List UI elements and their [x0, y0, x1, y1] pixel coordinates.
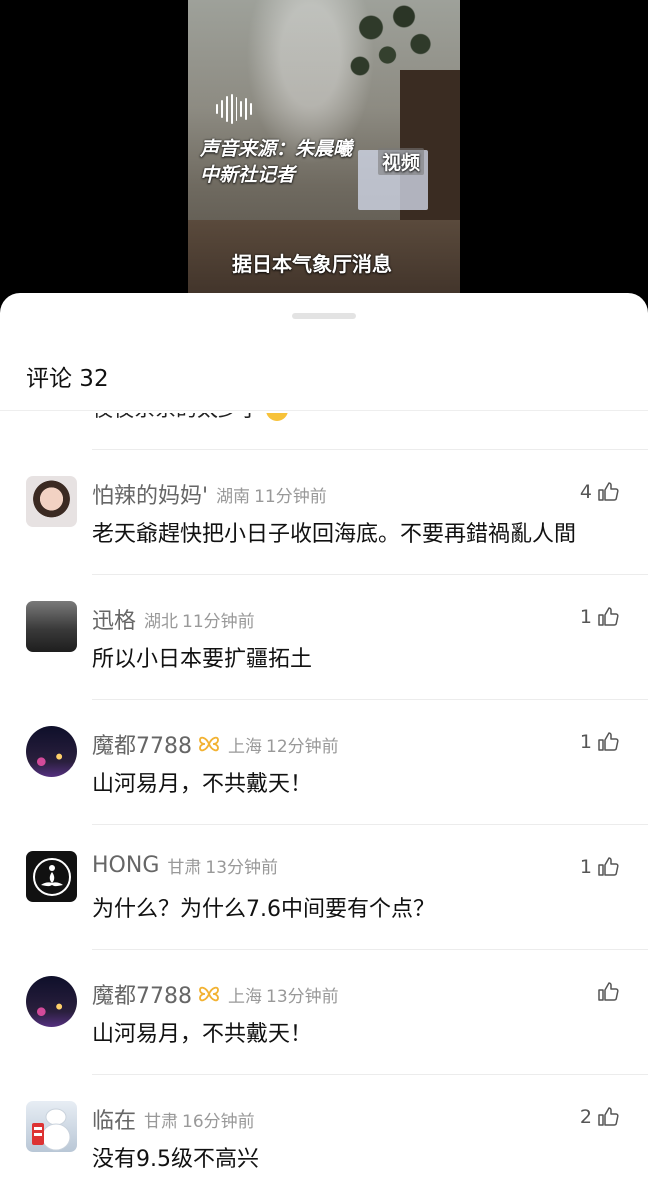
- comment-text: 山河易月，不共戴天！: [92, 772, 313, 797]
- comment-item[interactable]: 迅格 湖北 11分钟前 所以小日本要扩疆拓土 1: [0, 575, 648, 699]
- username[interactable]: HONG: [92, 853, 159, 878]
- drag-handle[interactable]: [292, 313, 356, 319]
- comment-text: 没有9.5级不高兴: [92, 1147, 259, 1172]
- butterfly-badge-icon: [199, 736, 219, 752]
- comment-meta: 魔都7788 上海 12分钟前: [92, 728, 339, 760]
- comment-meta: 迅格 湖北 11分钟前: [92, 603, 255, 635]
- location-label: 湖南: [216, 486, 251, 507]
- avatar[interactable]: [26, 851, 77, 902]
- like-button[interactable]: 1: [580, 730, 620, 754]
- like-button[interactable]: [592, 980, 620, 1004]
- thumbs-up-icon: [598, 857, 619, 876]
- comment-meta: 临在 甘肃 16分钟前: [92, 1103, 255, 1135]
- video-watermark: 视频: [378, 148, 425, 175]
- location-label: 甘肃: [144, 1111, 179, 1132]
- video-player[interactable]: 声音来源：朱晨曦 中新社记者 视频 据日本气象厅消息: [188, 0, 460, 310]
- divider: [0, 410, 648, 411]
- like-count: 1: [579, 731, 592, 753]
- thumbs-up-icon: [598, 607, 619, 626]
- timestamp: 13分钟前: [205, 858, 279, 878]
- like-button[interactable]: 4: [580, 480, 620, 504]
- butterfly-badge-icon: [199, 986, 219, 1002]
- like-button[interactable]: 1: [580, 605, 620, 629]
- audio-source-caption: 声音来源：朱晨曦: [200, 138, 353, 160]
- timestamp: 16分钟前: [182, 1111, 255, 1132]
- meditation-icon: [32, 857, 71, 896]
- avatar[interactable]: [26, 726, 77, 777]
- like-button[interactable]: 2: [580, 1105, 620, 1129]
- username[interactable]: 临在: [92, 1109, 136, 1134]
- comment-meta: HONG 甘肃 13分钟前: [92, 853, 278, 878]
- avatar[interactable]: [26, 976, 77, 1027]
- comment-meta: 怕辣的妈妈' 湖南 11分钟前: [92, 478, 327, 510]
- avatar[interactable]: [26, 1101, 77, 1152]
- username[interactable]: 魔都7788: [92, 984, 192, 1009]
- like-button[interactable]: 1: [580, 855, 620, 879]
- like-count: 2: [579, 1106, 592, 1128]
- like-count: 4: [579, 481, 592, 503]
- timestamp: 11分钟前: [254, 486, 327, 507]
- thumbs-up-icon: [598, 482, 619, 501]
- like-count: 1: [579, 856, 592, 878]
- audio-wave-icon: [216, 94, 252, 124]
- timestamp: 11分钟前: [182, 611, 255, 632]
- username[interactable]: 怕辣的妈妈': [92, 484, 208, 509]
- location-label: 甘肃: [167, 858, 202, 878]
- thumbs-up-icon: [598, 982, 619, 1001]
- comment-meta: 魔都7788 上海 13分钟前: [92, 978, 339, 1010]
- avatar[interactable]: [26, 476, 77, 527]
- comment-text: 为什么？为什么7.6中间要有个点？: [92, 897, 435, 922]
- comment-item[interactable]: 魔都7788 上海 13分钟前 山河易月，不共戴天！: [0, 950, 648, 1074]
- comment-item[interactable]: HONG 甘肃 13分钟前 为什么？为什么7.6中间要有个点？ 1: [0, 825, 648, 949]
- avatar[interactable]: [26, 601, 77, 652]
- comment-text: 所以小日本要扩疆拓土: [92, 647, 313, 672]
- comment-item[interactable]: 怕辣的妈妈' 湖南 11分钟前 老天爺趕快把小日子收回海底。不要再錯禍亂人間 4: [0, 450, 648, 574]
- thumbs-up-icon: [598, 1107, 619, 1126]
- username[interactable]: 迅格: [92, 609, 136, 634]
- comment-text: 老天爺趕快把小日子收回海底。不要再錯禍亂人間: [92, 522, 577, 547]
- timestamp: 12分钟前: [266, 736, 339, 757]
- reporter-caption: 中新社记者: [200, 164, 296, 186]
- location-label: 上海: [228, 736, 262, 757]
- comment-item[interactable]: 临在 甘肃 16分钟前 没有9.5级不高兴 2: [0, 1075, 648, 1199]
- timestamp: 13分钟前: [266, 986, 339, 1007]
- comment-sheet: 评论 32 夜夜系系的太少了 怕辣的妈妈' 湖南 11分钟前 老天爺趕快把小日子收回…: [0, 293, 648, 1199]
- location-label: 上海: [228, 986, 262, 1007]
- comment-item[interactable]: 魔都7788 上海 12分钟前 山河易月，不共戴天！ 1: [0, 700, 648, 824]
- robot-figure-icon: [32, 1108, 71, 1151]
- comment-text: 山河易月，不共戴天！: [92, 1022, 313, 1047]
- partial-comment-text: 夜夜系系的太少了: [92, 413, 288, 423]
- video-subtitle: 据日本气象厅消息: [232, 252, 392, 276]
- comment-count-title: 评论 32: [26, 366, 109, 392]
- like-count: 1: [579, 606, 592, 628]
- location-label: 湖北: [144, 611, 179, 632]
- username[interactable]: 魔都7788: [92, 734, 192, 759]
- thumbs-up-icon: [598, 732, 619, 751]
